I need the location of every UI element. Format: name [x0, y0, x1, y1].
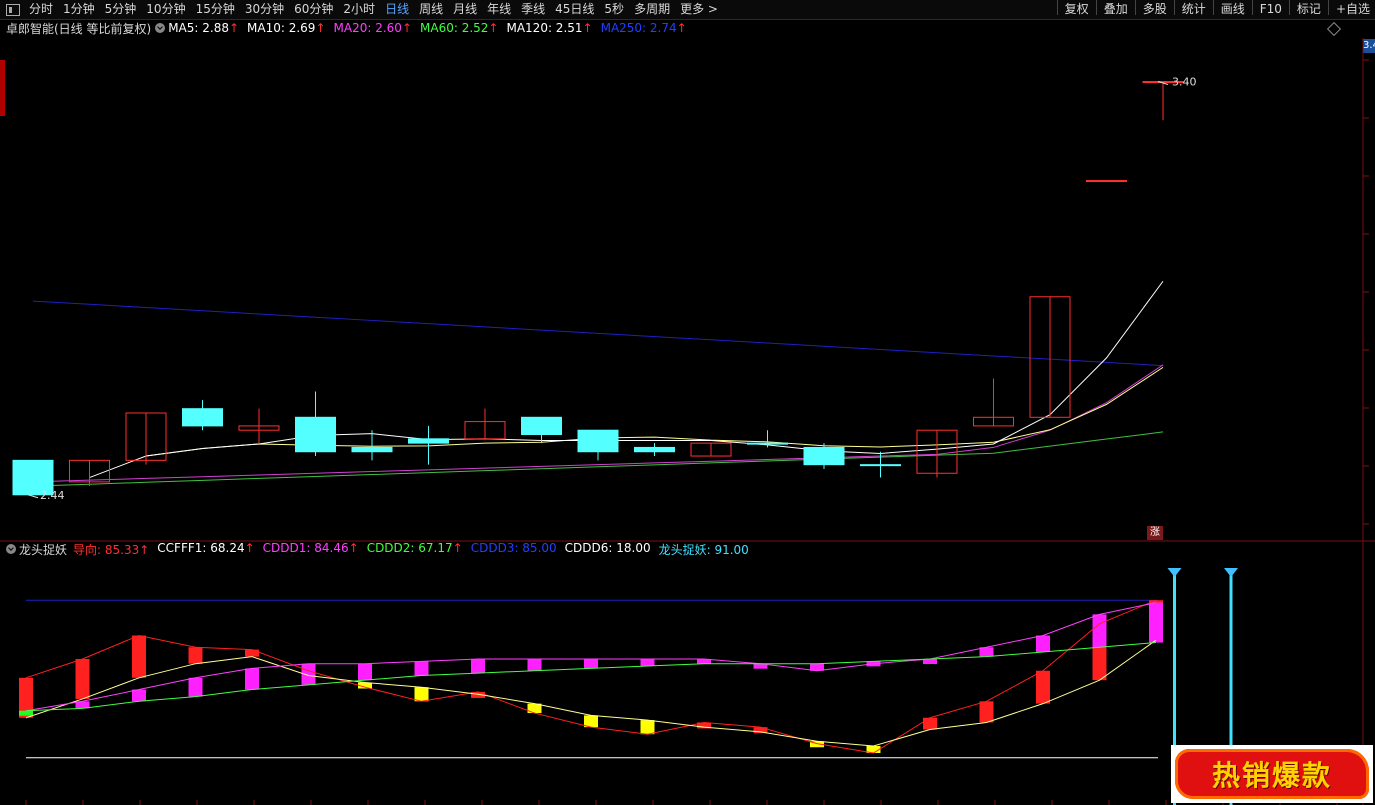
cddd-bar: [471, 659, 485, 674]
candle-body: [634, 446, 675, 453]
candle-body: [860, 464, 901, 467]
limit-up-badge: 涨: [1147, 526, 1163, 540]
direction-bar: [923, 717, 937, 730]
cddd-bar: [358, 663, 372, 681]
candle-body: [351, 446, 393, 453]
diamond-marker-icon: [1224, 568, 1238, 577]
chart-canvas[interactable]: 3.40 2.44: [0, 0, 1375, 805]
candle-body: [182, 408, 223, 427]
cddd-bar: [640, 659, 655, 667]
hot-sale-text: 热销爆款: [1211, 759, 1332, 792]
direction-bar: [75, 659, 90, 699]
candle-body: [747, 442, 788, 445]
ma250-line: [32, 300, 1164, 367]
direction-bar: [245, 649, 259, 657]
candle-body: [577, 429, 619, 453]
low-price-label: 2.44: [40, 489, 65, 502]
cddd-bar: [1092, 614, 1107, 648]
candle-body: [295, 416, 336, 453]
cddd-bar: [132, 689, 146, 702]
cddd-bar: [188, 677, 203, 697]
candle-body: [803, 446, 845, 466]
diamond-marker-icon: [1167, 568, 1182, 577]
direction-bar: [640, 720, 655, 735]
cddd-bar: [245, 668, 259, 690]
hot-sale-badge: 热销爆款: [1171, 745, 1373, 803]
cddd-bar: [527, 659, 542, 671]
direction-bar: [1036, 670, 1050, 704]
direction-line: [25, 599, 1157, 754]
cddd-bar: [1036, 635, 1050, 652]
direction-bar: [584, 715, 598, 728]
direction-bar: [414, 687, 429, 702]
cddd-bar: [584, 659, 598, 669]
direction-bar: [132, 635, 146, 678]
flame-shape: 热销爆款: [1175, 749, 1369, 799]
direction-bar: [979, 701, 994, 723]
candle-body: [521, 416, 562, 436]
direction-bar: [188, 647, 203, 664]
candle-body: [408, 438, 449, 444]
cddd-bar: [19, 710, 33, 716]
cddd-bar: [414, 661, 429, 676]
ma5-line: [89, 280, 1164, 479]
cddd-bar: [1149, 602, 1163, 643]
high-price-label: 3.40: [1172, 76, 1197, 89]
candle-body: [1086, 180, 1127, 183]
